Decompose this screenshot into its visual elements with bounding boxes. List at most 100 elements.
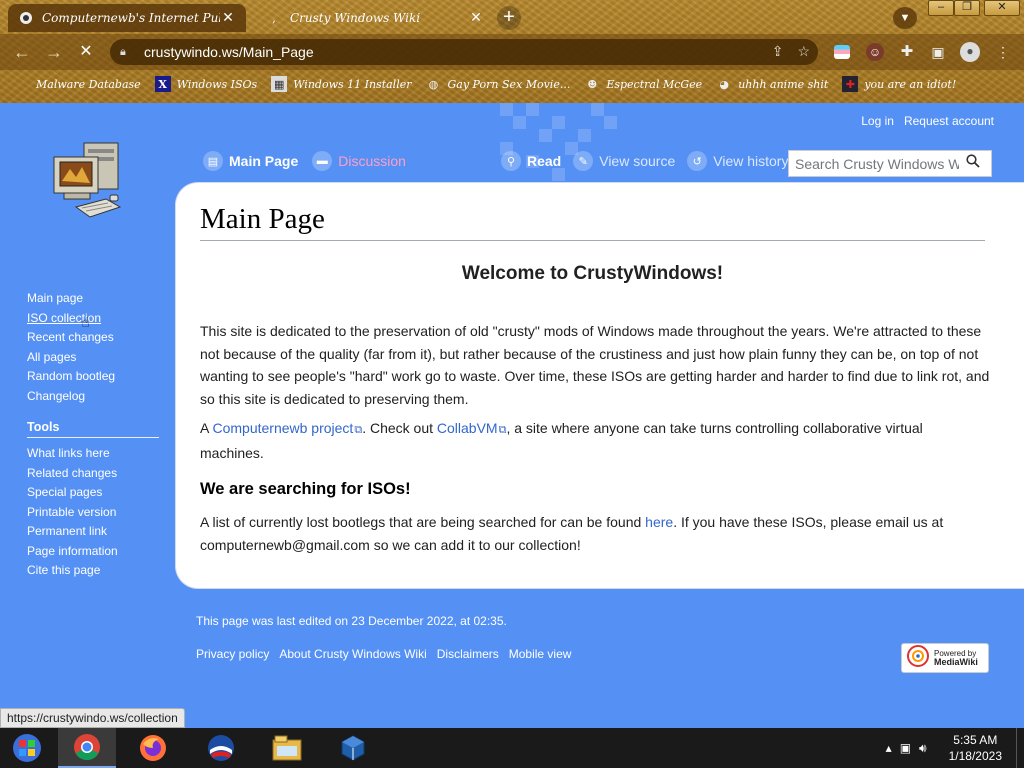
bookmark-item[interactable]: ◕ uhhh anime shit [716, 76, 828, 92]
sidebar-item-related-changes[interactable]: Related changes [27, 464, 159, 484]
computernewb-icon [18, 10, 34, 26]
tab-view-source[interactable]: ✎ View source [573, 151, 675, 171]
profile-avatar-icon[interactable]: ● [960, 42, 980, 62]
sidebar-item-what-links-here[interactable]: What links here [27, 444, 159, 464]
disclaimers-link[interactable]: Disclaimers [437, 647, 499, 661]
bookmark-item[interactable]: X Windows ISOs [154, 76, 257, 92]
chrome-icon[interactable] [58, 728, 116, 768]
back-arrow-icon[interactable]: ← [10, 42, 34, 62]
stop-loading-icon[interactable]: ✕ [74, 42, 98, 62]
share-icon[interactable]: ⇪ [772, 43, 784, 60]
close-icon[interactable]: ✕ [220, 10, 236, 26]
link-text: Computernewb project [212, 420, 354, 436]
bookmarks-bar: Malware Database X Windows ISOs ▦ Window… [0, 72, 1024, 96]
bookmark-item[interactable]: ✚ you are an idiot! [842, 76, 956, 92]
tab-label: Read [527, 153, 562, 169]
bookmark-label: Espectral McGee [606, 77, 703, 91]
sidebar-item-special-pages[interactable]: Special pages [27, 483, 159, 503]
title-divider [200, 240, 985, 241]
mobile-view-link[interactable]: Mobile view [509, 647, 572, 661]
text-span: A list of currently lost bootlegs that a… [200, 514, 646, 530]
puzzle-icon[interactable]: ✚ [898, 43, 916, 61]
mediawiki-flower-icon [906, 644, 930, 673]
welcome-heading: Welcome to CrustyWindows! [461, 263, 724, 284]
bookmark-item[interactable]: ☻ Espectral McGee [584, 76, 702, 92]
network-icon[interactable]: ▣ [900, 741, 911, 755]
sidebar-item-page-information[interactable]: Page information [27, 542, 159, 562]
url-text: crustywindo.ws/Main_Page [144, 44, 314, 60]
last-edited-text: This page was last edited on 23 December… [196, 614, 507, 628]
browser-tab-computernewb[interactable]: Computernewb's Internet Pub Hu ✕ [8, 4, 246, 32]
login-link[interactable]: Log in [861, 114, 894, 128]
search-input[interactable] [789, 155, 959, 172]
tab-discussion[interactable]: ▬ Discussion [312, 151, 406, 171]
firefox-icon[interactable] [124, 728, 182, 768]
search-icon[interactable] [959, 154, 987, 173]
tools-heading: Tools [27, 420, 159, 438]
computernewb-link[interactable]: Computernewb project⧉ [212, 420, 362, 436]
bookmark-label: you are an idiot! [864, 77, 957, 91]
page-title: Main Page [200, 203, 325, 235]
bookmark-item[interactable]: ▦ Windows 11 Installer [271, 76, 411, 92]
sidebar-item-iso-collection[interactable]: ISO collection [27, 309, 159, 329]
here-link[interactable]: here [645, 514, 673, 530]
collabvm-link[interactable]: CollabVM⧉ [437, 420, 507, 436]
sidebar-item-cite-this-page[interactable]: Cite this page [27, 561, 159, 581]
clock[interactable]: 5:35 AM 1/18/2023 [949, 732, 1002, 764]
file-explorer-icon[interactable] [258, 728, 316, 768]
bookmark-item[interactable]: Malware Database [14, 76, 141, 92]
chevron-up-icon[interactable]: ▴ [886, 741, 892, 755]
decorative-checker-pattern [500, 103, 630, 183]
sidebar-item-recent-changes[interactable]: Recent changes [27, 328, 159, 348]
sidebar-item-main-page[interactable]: Main page [27, 289, 159, 309]
sidebar-item-permanent-link[interactable]: Permanent link [27, 522, 159, 542]
bookmark-label: uhhh anime shit [738, 77, 829, 91]
chevron-down-icon[interactable]: ▼ [893, 7, 917, 29]
volume-icon[interactable]: 🔊︎ [919, 741, 927, 756]
profile-extension-icon[interactable]: ☺ [866, 43, 884, 61]
star-icon[interactable]: ☆ [797, 43, 810, 60]
system-tray: ▴ ▣ 🔊︎ 5:35 AM 1/18/2023 [886, 732, 1002, 764]
taskbar: ▴ ▣ 🔊︎ 5:35 AM 1/18/2023 [0, 728, 1024, 768]
tab-title: Crusty Windows Wiki [290, 11, 421, 25]
footer-links: Privacy policy About Crusty Windows Wiki… [196, 647, 571, 661]
bookmark-label: Gay Porn Sex Movie... [447, 77, 571, 91]
obama-icon[interactable] [192, 728, 250, 768]
kebab-menu-icon[interactable]: ⋮ [994, 43, 1012, 61]
close-window-button[interactable]: ✕ [984, 0, 1020, 16]
sidebar-item-all-pages[interactable]: All pages [27, 348, 159, 368]
request-account-link[interactable]: Request account [904, 114, 994, 128]
show-desktop-button[interactable] [1016, 728, 1024, 768]
tab-main-page[interactable]: ▤ Main Page [203, 151, 298, 171]
tab-read[interactable]: ⚲ Read [501, 151, 561, 171]
namespace-tabs: ▤ Main Page ▬ Discussion [203, 151, 420, 171]
flag-extension-icon[interactable] [834, 45, 850, 59]
close-icon[interactable]: ✕ [468, 10, 484, 26]
address-bar[interactable]: 🔒︎ crustywindo.ws/Main_Page ⇪ ☆ [110, 39, 818, 65]
start-orb-icon[interactable] [0, 728, 54, 768]
sidebar: Main page ISO collection Recent changes … [27, 289, 159, 581]
bookmark-item[interactable]: ◍ Gay Porn Sex Movie... [425, 76, 571, 92]
site-logo[interactable] [50, 141, 130, 230]
new-tab-button[interactable]: + [497, 6, 521, 30]
about-link[interactable]: About Crusty Windows Wiki [279, 647, 426, 661]
powered-by-mediawiki-badge[interactable]: Powered by MediaWiki [901, 643, 989, 673]
x-icon: X [154, 76, 171, 92]
tab-view-history[interactable]: ↺ View history [687, 151, 788, 171]
searching-paragraph: A list of currently lost bootlegs that a… [200, 511, 990, 556]
browser-tab-crusty-windows[interactable]: , Crusty Windows Wiki ✕ [256, 4, 494, 32]
powered-by-text: Powered by MediaWiki [934, 649, 978, 667]
page-icon: ▤ [203, 151, 223, 171]
sidepanel-icon[interactable]: ▣ [929, 43, 947, 61]
face-icon: ☻ [587, 77, 598, 91]
privacy-policy-link[interactable]: Privacy policy [196, 647, 269, 661]
minimize-button[interactable]: – [928, 0, 954, 16]
status-bar-url: https://crustywindo.ws/collection [0, 708, 185, 728]
sidebar-item-printable-version[interactable]: Printable version [27, 503, 159, 523]
sidebar-item-random-bootleg[interactable]: Random bootleg [27, 367, 159, 387]
sidebar-item-changelog[interactable]: Changelog [27, 387, 159, 407]
forward-arrow-icon[interactable]: → [42, 42, 66, 62]
magnifier-icon: ⚲ [501, 151, 521, 171]
maximize-button[interactable]: ❐ [954, 0, 980, 16]
virtualbox-icon[interactable] [324, 728, 382, 768]
